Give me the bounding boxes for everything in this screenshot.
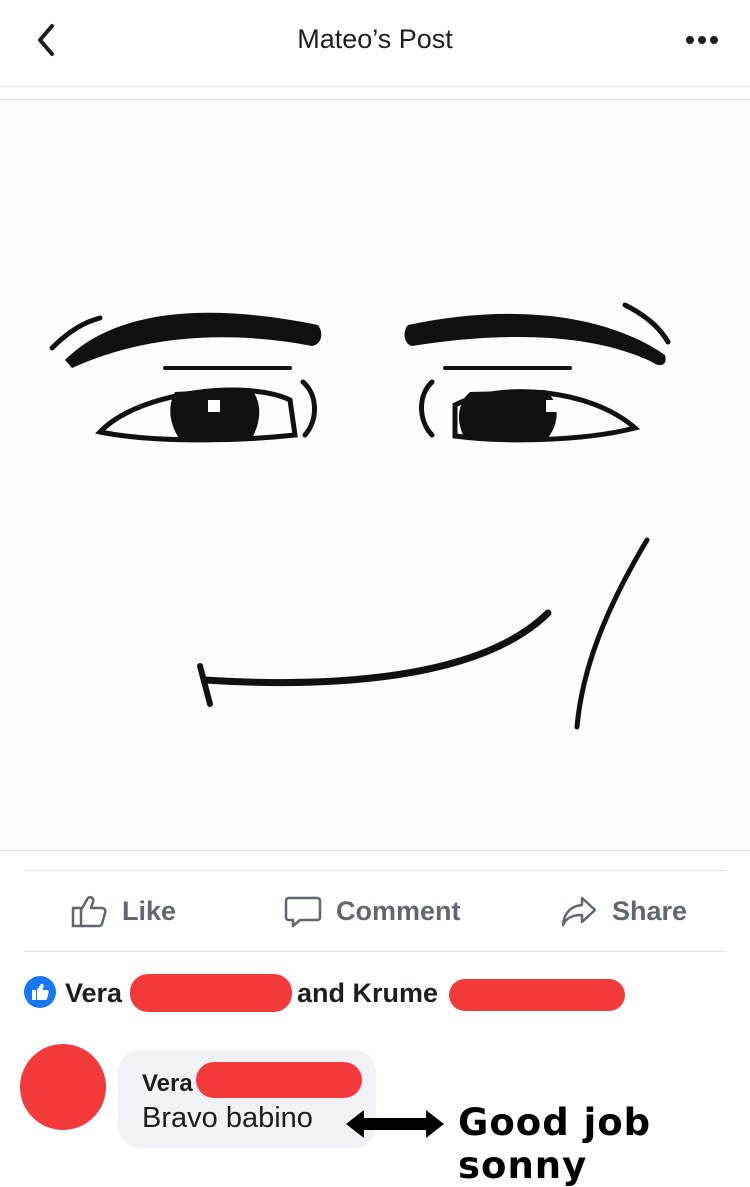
annotation-text: Good job sonny bbox=[458, 1101, 652, 1187]
post-image[interactable] bbox=[0, 100, 750, 851]
comment-text: Bravo babino bbox=[142, 1102, 313, 1134]
thumbs-up-icon bbox=[71, 895, 107, 928]
redaction-mark bbox=[130, 974, 292, 1012]
comment-label: Comment bbox=[336, 895, 461, 926]
face-drawing bbox=[49, 302, 671, 730]
share-icon bbox=[561, 896, 597, 927]
like-label: Like bbox=[122, 895, 177, 926]
avatar[interactable] bbox=[20, 1044, 106, 1130]
reactor-connector[interactable]: and Krume bbox=[297, 978, 438, 1009]
page-title: Mateo’s Post bbox=[297, 24, 453, 54]
share-label: Share bbox=[612, 895, 688, 926]
action-bar: Like Comment Share bbox=[24, 870, 726, 952]
comment-button[interactable]: Comment bbox=[284, 871, 461, 951]
like-reaction-icon bbox=[24, 976, 56, 1008]
redaction-mark bbox=[449, 979, 625, 1011]
redaction-mark bbox=[196, 1062, 362, 1098]
reactions-summary[interactable]: Vera and Krume bbox=[24, 974, 726, 1014]
comment-icon bbox=[284, 896, 322, 928]
ellipsis-icon bbox=[686, 36, 718, 44]
reactor-name-1[interactable]: Vera bbox=[65, 978, 122, 1009]
more-options-button[interactable] bbox=[682, 30, 722, 50]
top-bar: Mateo’s Post bbox=[0, 0, 750, 87]
comment-author[interactable]: Vera bbox=[142, 1070, 193, 1098]
share-button[interactable]: Share bbox=[560, 871, 687, 951]
double-arrow-icon bbox=[346, 1110, 444, 1138]
like-button[interactable]: Like bbox=[70, 871, 176, 951]
comment-bubble: Vera Bravo babino bbox=[118, 1050, 376, 1148]
